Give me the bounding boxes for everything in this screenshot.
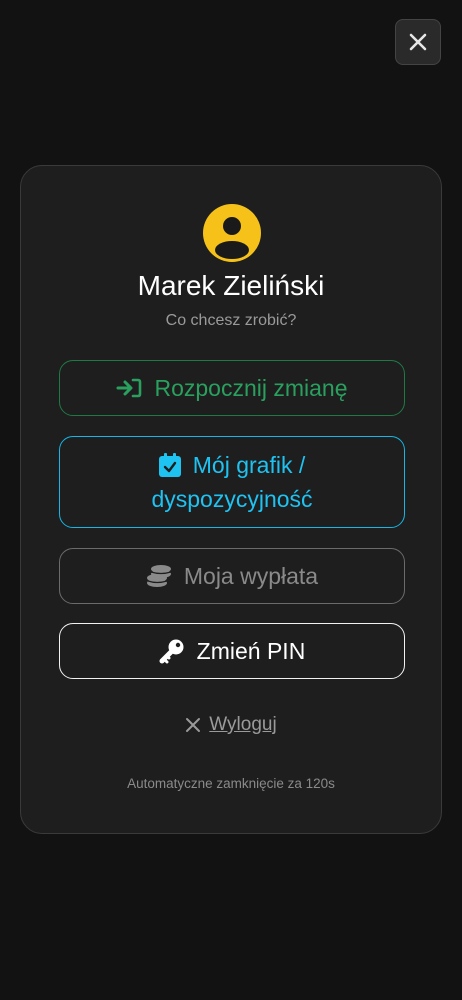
logout-label: Wyloguj bbox=[209, 714, 277, 735]
key-icon bbox=[159, 638, 185, 664]
sign-in-icon bbox=[116, 377, 142, 399]
close-icon bbox=[409, 33, 427, 51]
coins-icon bbox=[146, 564, 172, 588]
payout-label: Moja wypłata bbox=[183, 562, 319, 589]
action-card: Marek Zieliński Co chcesz zrobić? Rozpoc… bbox=[20, 165, 442, 834]
payout-button[interactable]: Moja wypłata bbox=[59, 548, 405, 604]
auto-close-notice: Automatyczne zamknięcie za 120s bbox=[127, 776, 335, 791]
prompt-text: Co chcesz zrobić? bbox=[165, 312, 297, 329]
schedule-label-line2: dyspozycyjność bbox=[151, 486, 313, 512]
start-shift-label: Rozpocznij zmianę bbox=[154, 374, 348, 401]
logout-link[interactable]: Wyloguj bbox=[21, 714, 441, 736]
change-pin-label: Zmień PIN bbox=[196, 637, 306, 664]
close-icon bbox=[186, 718, 201, 732]
change-pin-button[interactable]: Zmień PIN bbox=[59, 623, 405, 679]
start-shift-button[interactable]: Rozpocznij zmianę bbox=[59, 360, 405, 416]
close-button[interactable] bbox=[395, 19, 441, 65]
user-name: Marek Zieliński bbox=[137, 270, 325, 301]
calendar-check-icon bbox=[158, 453, 181, 477]
screen: Marek Zieliński Co chcesz zrobić? Rozpoc… bbox=[0, 0, 462, 1000]
schedule-button[interactable]: Mój grafik / dyspozycyjność bbox=[59, 436, 405, 528]
schedule-label-line1: Mój grafik / bbox=[192, 452, 306, 478]
avatar bbox=[203, 204, 261, 262]
user-icon bbox=[215, 217, 249, 259]
